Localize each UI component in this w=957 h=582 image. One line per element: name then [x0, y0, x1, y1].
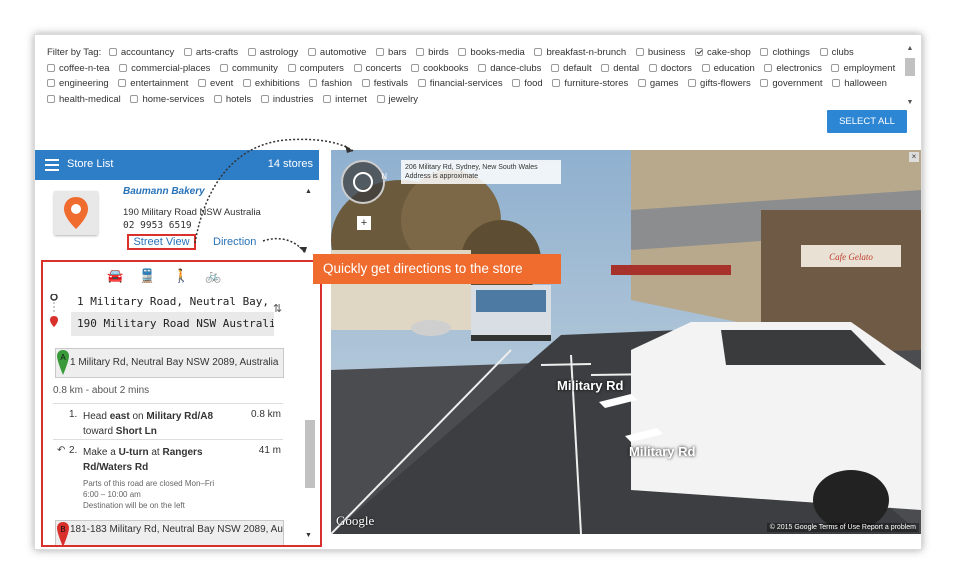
- app-frame: Filter by Tag: accountancy arts-crafts a…: [34, 34, 922, 550]
- annotation-arrows: [194, 138, 354, 254]
- directions-callout: Quickly get directions to the store: [313, 254, 561, 284]
